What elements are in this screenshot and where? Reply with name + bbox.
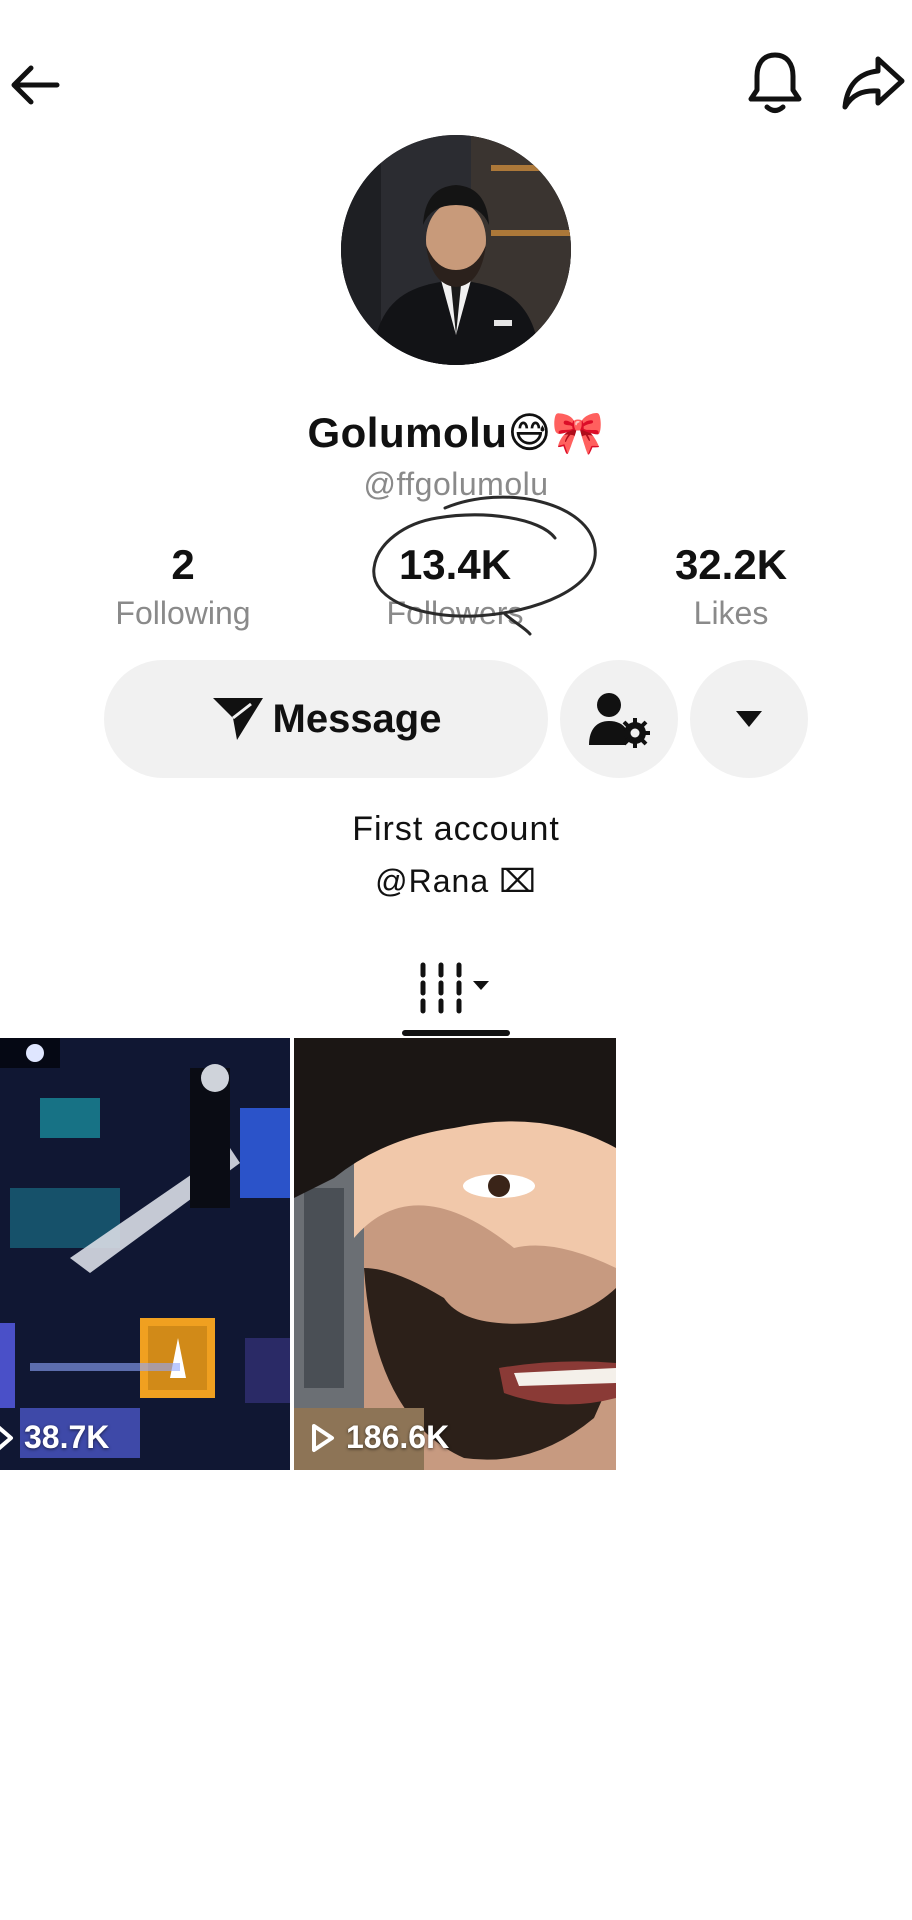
tab-active-indicator: [402, 1030, 510, 1036]
display-name-text: Golumolu: [307, 409, 508, 456]
avatar-photo: [341, 135, 571, 365]
grid-bars-icon: [420, 962, 489, 1014]
share-arrow-icon: [842, 56, 904, 109]
caret-down-icon: [736, 711, 762, 727]
view-count-text: 38.7K: [24, 1419, 110, 1455]
likes-count: 32.2K: [674, 541, 788, 588]
bio-text: First account: [352, 810, 560, 848]
send-icon: [212, 698, 263, 740]
share-button[interactable]: [835, 45, 910, 120]
message-button[interactable]: Message: [104, 660, 548, 778]
view-count: 38.7K: [0, 1419, 109, 1456]
display-name-emojis: 😅🎀: [507, 408, 605, 457]
stat-followers[interactable]: 13.4K Followers: [335, 538, 575, 634]
selfie-image: [294, 1038, 616, 1470]
message-label: Message: [272, 696, 442, 741]
game-screenshot-image: [0, 1038, 290, 1470]
likes-label: Likes: [693, 595, 769, 631]
following-label: Following: [115, 595, 251, 631]
arrow-left-icon: [11, 65, 60, 105]
tab-videos[interactable]: [400, 940, 512, 1038]
username: @ffgolumolu: [363, 466, 549, 502]
view-count-text: 186.6K: [346, 1419, 450, 1455]
video-thumbnail[interactable]: 38.7K: [0, 1038, 290, 1470]
person-gear-icon: [589, 693, 650, 748]
bell-icon: [748, 52, 802, 113]
play-icon: [312, 1423, 334, 1452]
play-icon: [0, 1425, 13, 1450]
more-options-button[interactable]: [690, 660, 808, 778]
followers-count: 13.4K: [398, 541, 512, 588]
display-name: Golumolu😅🎀: [0, 408, 912, 458]
video-thumbnail[interactable]: 186.6K: [294, 1038, 616, 1470]
stat-following[interactable]: 2 Following: [63, 538, 303, 634]
followers-label: Followers: [386, 595, 524, 631]
notifications-button[interactable]: [740, 45, 810, 120]
view-count: 186.6K: [310, 1419, 449, 1456]
follow-settings-button[interactable]: [560, 660, 678, 778]
bio-mention[interactable]: @Rana ⌧: [0, 862, 912, 900]
following-count: 2: [171, 541, 195, 588]
back-button[interactable]: [0, 50, 70, 120]
stat-likes[interactable]: 32.2K Likes: [611, 538, 851, 634]
avatar[interactable]: [341, 135, 571, 365]
